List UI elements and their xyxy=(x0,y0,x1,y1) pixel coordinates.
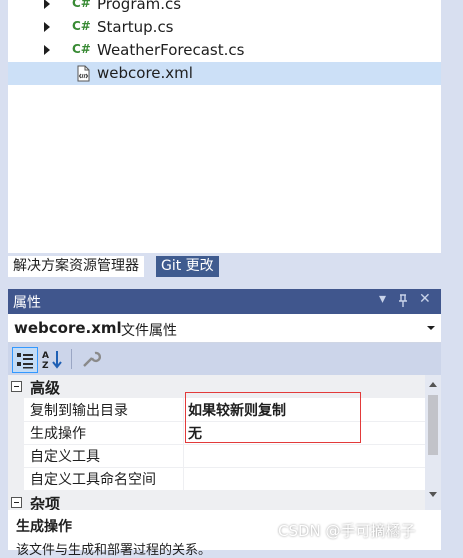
tool-window-tabs: 解决方案资源管理器 Git 更改 xyxy=(8,253,441,277)
properties-title-bar: 属性 ▾ ✕ xyxy=(8,289,441,314)
column-divider xyxy=(183,444,184,467)
expand-arrow-icon[interactable] xyxy=(44,45,50,55)
close-icon[interactable]: ✕ xyxy=(419,291,431,307)
alphabetical-sort-icon[interactable]: A Z xyxy=(40,347,64,371)
property-name: 自定义工具 xyxy=(30,449,100,465)
tab-solution-explorer[interactable]: 解决方案资源管理器 xyxy=(8,256,144,277)
scroll-down-icon[interactable] xyxy=(429,492,437,497)
annotation-highlight-box xyxy=(185,392,361,443)
scroll-thumb[interactable] xyxy=(428,395,438,455)
row-gutter xyxy=(8,444,24,467)
property-name: 自定义工具命名空间 xyxy=(30,472,156,488)
column-divider xyxy=(183,467,184,490)
solution-explorer-tree: C# Program.cs C# Startup.cs C# WeatherFo… xyxy=(8,0,441,253)
tree-item-label: webcore.xml xyxy=(97,64,193,82)
property-row-custom-tool-namespace[interactable]: 自定义工具命名空间 xyxy=(8,467,425,491)
tree-item-label: Program.cs xyxy=(97,0,182,13)
tree-item-weatherforecast[interactable]: C# WeatherForecast.cs xyxy=(8,39,441,62)
collapse-icon[interactable] xyxy=(11,497,22,508)
xml-file-icon xyxy=(77,65,90,82)
csharp-file-icon: C# xyxy=(72,42,91,56)
expand-arrow-icon[interactable] xyxy=(44,22,50,32)
pin-icon[interactable] xyxy=(398,294,408,308)
object-selector[interactable]: webcore.xml 文件属性 xyxy=(8,314,441,343)
watermark: CSDN @手可摘橘子 xyxy=(278,522,416,540)
tree-item-webcore-xml[interactable]: webcore.xml xyxy=(8,62,441,85)
wrench-icon[interactable] xyxy=(78,347,102,371)
expand-arrow-icon[interactable] xyxy=(44,0,50,9)
chevron-down-icon[interactable] xyxy=(427,326,435,330)
vertical-scrollbar[interactable] xyxy=(425,375,441,510)
tree-item-startup[interactable]: C# Startup.cs xyxy=(8,16,441,39)
properties-toolbar: A Z xyxy=(8,343,441,375)
property-row-custom-tool[interactable]: 自定义工具 xyxy=(8,444,425,468)
scroll-up-icon[interactable] xyxy=(429,382,437,387)
csharp-file-icon: C# xyxy=(72,0,91,10)
toolbar-divider xyxy=(71,349,72,369)
csharp-file-icon: C# xyxy=(72,19,91,33)
category-label: 杂项 xyxy=(30,495,61,510)
row-gutter xyxy=(8,467,24,490)
column-divider xyxy=(183,421,184,444)
svg-text:A: A xyxy=(42,351,49,361)
description-title: 生成操作 xyxy=(16,519,72,535)
row-gutter xyxy=(8,421,24,444)
category-label: 高级 xyxy=(30,379,61,397)
category-misc[interactable]: 杂项 xyxy=(8,491,425,510)
row-gutter xyxy=(8,398,24,421)
dropdown-icon[interactable]: ▾ xyxy=(379,291,386,307)
collapse-icon[interactable] xyxy=(11,381,22,392)
object-name: webcore.xml xyxy=(14,319,122,337)
categorized-icon[interactable] xyxy=(12,347,38,373)
property-name: 生成操作 xyxy=(30,426,86,442)
property-grid: 高级 复制到输出目录 如果较新则复制 生成操作 无 自定义工具 自定义工具命名空… xyxy=(8,375,441,510)
property-name: 复制到输出目录 xyxy=(30,403,128,419)
tree-item-label: Startup.cs xyxy=(97,18,174,36)
object-type: 文件属性 xyxy=(121,323,177,339)
properties-title: 属性 xyxy=(13,295,41,311)
column-divider xyxy=(183,398,184,421)
tree-item-label: WeatherForecast.cs xyxy=(97,41,245,59)
tab-git-changes[interactable]: Git 更改 xyxy=(156,256,219,277)
description-text: 该文件与生成和部署过程的关系。 xyxy=(16,543,212,558)
svg-text:Z: Z xyxy=(42,361,49,371)
tree-item-program[interactable]: C# Program.cs xyxy=(8,0,441,16)
